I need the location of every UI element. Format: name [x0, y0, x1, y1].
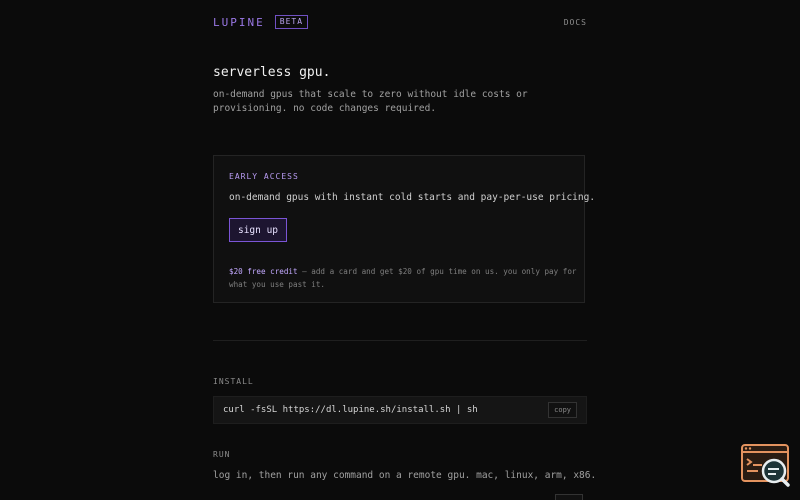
run-copy-button[interactable] — [555, 494, 583, 500]
early-access-description: on-demand gpus with instant cold starts … — [229, 192, 596, 203]
free-credit-highlight: $20 free credit — [229, 267, 298, 276]
run-description: log in, then run any command on a remote… — [213, 470, 597, 481]
top-bar: LUPINE BETA DOCS — [213, 14, 587, 30]
sign-up-button[interactable]: sign up — [229, 218, 287, 242]
free-credit-note: $20 free credit — add a card and get $20… — [229, 265, 579, 291]
run-label: RUN — [213, 450, 231, 459]
hero-subtitle: on-demand gpus that scale to zero withou… — [213, 89, 528, 114]
install-label: INSTALL — [213, 377, 254, 386]
logo[interactable]: LUPINE — [213, 16, 265, 29]
early-access-label: EARLY ACCESS — [229, 172, 299, 181]
early-access-card: EARLY ACCESS on-demand gpus with instant… — [213, 155, 595, 303]
terminal-search-icon[interactable] — [740, 444, 792, 488]
install-command[interactable]: curl -fsSL https://dl.lupine.sh/install.… — [223, 405, 548, 415]
section-divider — [213, 340, 587, 341]
brand: LUPINE BETA — [213, 15, 309, 29]
hero-title: serverless gpu. — [213, 65, 331, 80]
copy-button[interactable]: copy — [548, 402, 577, 418]
docs-link[interactable]: DOCS — [564, 18, 587, 27]
install-code-block: curl -fsSL https://dl.lupine.sh/install.… — [213, 396, 587, 424]
landing-page: LUPINE BETA DOCS serverless gpu. on-dema… — [0, 0, 800, 500]
beta-badge: BETA — [274, 15, 309, 29]
